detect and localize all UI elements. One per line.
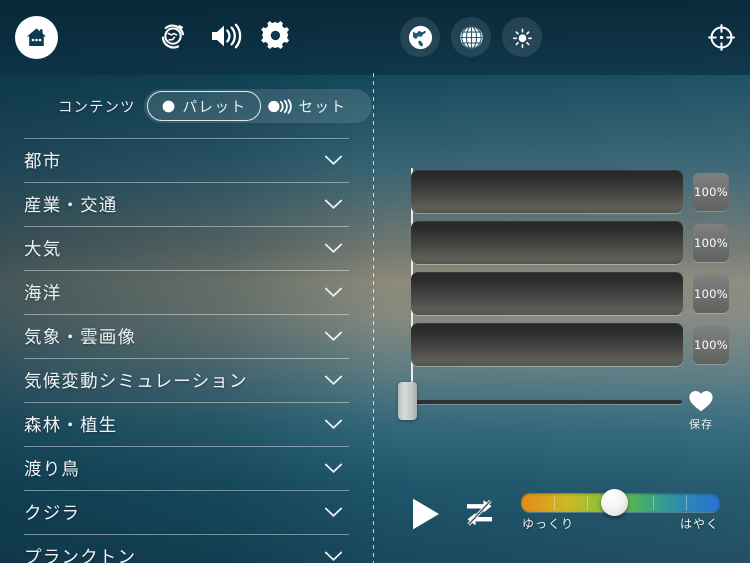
list-item-label: 気象・雲画像 [24, 328, 137, 348]
chevron-down-icon [324, 459, 343, 478]
layer-row[interactable]: 100% [411, 221, 729, 264]
timeline-track[interactable] [412, 400, 682, 404]
chevron-down-icon [324, 327, 343, 346]
recenter-button[interactable] [703, 19, 739, 55]
play-button[interactable] [407, 496, 443, 532]
layer-percent-badge[interactable]: 100% [693, 172, 729, 211]
layer-opacity-bar[interactable] [411, 221, 683, 264]
crosshair-icon [707, 23, 735, 51]
globe-refresh-button[interactable] [155, 17, 191, 53]
layer-row[interactable]: 100% [411, 170, 729, 213]
speed-tick [554, 495, 555, 510]
chevron-down-icon [324, 195, 343, 214]
chevron-down-icon [324, 415, 343, 434]
save-label: 保存 [689, 418, 713, 431]
chevron-down-icon [324, 547, 343, 563]
layer-percent-badge[interactable]: 100% [693, 274, 729, 313]
speed-slider[interactable]: ゆっくり はやく [521, 489, 720, 532]
layer-row[interactable]: 100% [411, 323, 729, 366]
speed-tick [653, 495, 654, 510]
list-item[interactable]: プランクトン [24, 535, 349, 563]
shuffle-off-icon [467, 499, 492, 526]
layer-opacity-bar[interactable] [411, 170, 683, 213]
list-item[interactable]: 海洋 [24, 271, 349, 315]
app-root: コンテンツ パレット セット 都市 産業・交通 大気 海洋 気象・雲画像 気候変… [0, 0, 750, 563]
layer-opacity-bar[interactable] [411, 272, 683, 315]
list-item[interactable]: 都市 [24, 139, 349, 183]
settings-button[interactable] [259, 19, 293, 53]
list-item-label: 森林・植生 [24, 416, 118, 436]
speed-tick [686, 495, 687, 510]
segment-palette[interactable]: パレット [146, 91, 261, 121]
speed-max-label: はやく [679, 517, 719, 531]
list-item[interactable]: 気候変動シミュレーション [24, 359, 349, 403]
speed-scale-labels: ゆっくり はやく [521, 515, 720, 532]
globe-grid-button[interactable] [451, 17, 491, 57]
list-item-label: 都市 [24, 152, 62, 172]
dot-waves-icon [267, 98, 292, 114]
brightness-icon [512, 28, 532, 48]
speaker-icon [211, 23, 241, 49]
home-button[interactable] [15, 16, 58, 59]
speed-track[interactable] [521, 489, 720, 516]
brightness-button[interactable] [502, 17, 542, 57]
layer-percent-badge[interactable]: 100% [693, 325, 729, 364]
list-item[interactable]: 渡り鳥 [24, 447, 349, 491]
panel-divider [373, 73, 374, 563]
heart-icon [689, 391, 713, 412]
list-item[interactable]: 大気 [24, 227, 349, 271]
timeline-handle[interactable] [398, 382, 417, 420]
list-item-label: クジラ [24, 504, 81, 524]
list-item[interactable]: クジラ [24, 491, 349, 535]
layer-row[interactable]: 100% [411, 272, 729, 315]
play-icon [412, 498, 439, 530]
category-list: 都市 産業・交通 大気 海洋 気象・雲画像 気候変動シミュレーション 森林・植生… [24, 138, 349, 563]
timeline-slider[interactable] [398, 382, 688, 422]
segment-set-label: セット [298, 99, 347, 116]
earth-icon [408, 25, 432, 49]
list-item-label: 海洋 [24, 284, 62, 304]
list-item[interactable]: 気象・雲画像 [24, 315, 349, 359]
list-item-label: 産業・交通 [24, 196, 118, 216]
speed-min-label: ゆっくり [522, 517, 575, 531]
segment-set[interactable]: セット [261, 91, 360, 121]
earth-view-button[interactable] [400, 17, 440, 57]
chevron-down-icon [324, 371, 343, 390]
volume-button[interactable] [207, 19, 243, 53]
list-item-label: プランクトン [24, 548, 137, 563]
globe-refresh-icon [161, 24, 185, 49]
list-item-label: 渡り鳥 [24, 460, 81, 480]
segment-palette-label: パレット [182, 99, 247, 116]
save-button[interactable]: 保存 [688, 389, 714, 432]
list-item-label: 気候変動シミュレーション [24, 372, 248, 392]
dot-icon [162, 100, 174, 112]
list-item[interactable]: 産業・交通 [24, 183, 349, 227]
content-mode-label: コンテンツ [58, 99, 136, 116]
segmented-control: パレット セット [143, 89, 372, 123]
content-mode-switch: コンテンツ パレット セット [58, 89, 372, 123]
gear-icon [261, 21, 290, 49]
layer-percent-badge[interactable]: 100% [693, 223, 729, 262]
top-toolbar [0, 0, 750, 75]
home-icon [26, 28, 47, 47]
speed-knob[interactable] [601, 489, 628, 516]
speed-tick [587, 495, 588, 510]
chevron-down-icon [324, 283, 343, 302]
chevron-down-icon [324, 503, 343, 522]
layer-opacity-panel: 100% 100% 100% 100% [411, 168, 729, 382]
list-item[interactable]: 森林・植生 [24, 403, 349, 447]
shuffle-toggle[interactable] [463, 497, 497, 529]
chevron-down-icon [324, 239, 343, 258]
chevron-down-icon [324, 151, 343, 170]
globe-grid-icon [459, 25, 483, 49]
layer-opacity-bar[interactable] [411, 323, 683, 366]
list-item-label: 大気 [24, 240, 62, 260]
